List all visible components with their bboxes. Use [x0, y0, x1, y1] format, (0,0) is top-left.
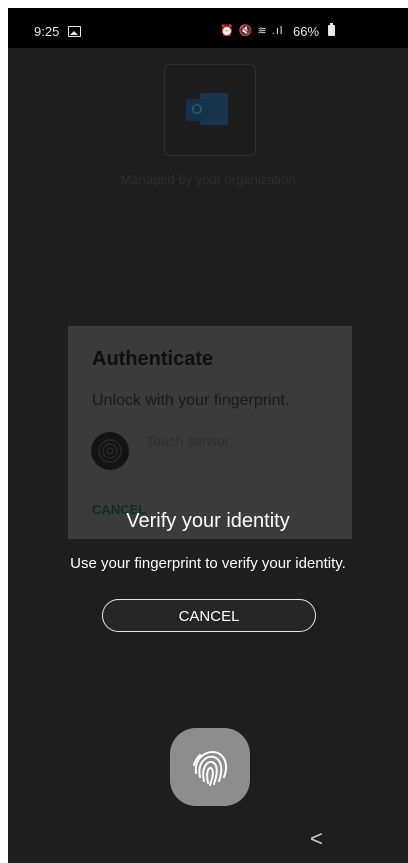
status-bar: 9:25 ⏰ 🔇 ≋ .ıl 66%: [8, 8, 408, 48]
app-logo-box: O: [164, 64, 256, 156]
phone-screen: 9:25 ⏰ 🔇 ≋ .ıl 66% O Managed by your org…: [8, 8, 408, 863]
cancel-button[interactable]: CANCEL: [102, 599, 316, 632]
gallery-notification-icon: [68, 26, 81, 37]
touch-sensor-label: Touch sensor: [146, 433, 230, 449]
dialog-title: Authenticate: [92, 348, 214, 370]
verify-identity-message: Use your fingerprint to verify your iden…: [70, 555, 346, 572]
fingerprint-scan-button[interactable]: [170, 728, 250, 806]
back-nav-button[interactable]: <: [310, 826, 323, 852]
battery-icon: [328, 23, 335, 36]
battery-percentage: 66%: [293, 24, 320, 39]
fingerprint-icon: [193, 751, 227, 786]
system-status-icons: ⏰ 🔇 ≋ .ıl: [220, 25, 284, 37]
fingerprint-sensor-icon: [91, 432, 129, 470]
dialog-subtitle: Unlock with your fingerprint.: [92, 392, 290, 409]
outlook-logo-icon: O: [186, 93, 228, 125]
verify-identity-title: Verify your identity: [126, 510, 290, 532]
managed-by-org-text: Managed by your organization: [120, 172, 296, 187]
authenticate-dialog: Authenticate Unlock with your fingerprin…: [68, 326, 352, 539]
status-time: 9:25: [34, 24, 60, 39]
outlook-logo-letter: O: [186, 99, 208, 121]
